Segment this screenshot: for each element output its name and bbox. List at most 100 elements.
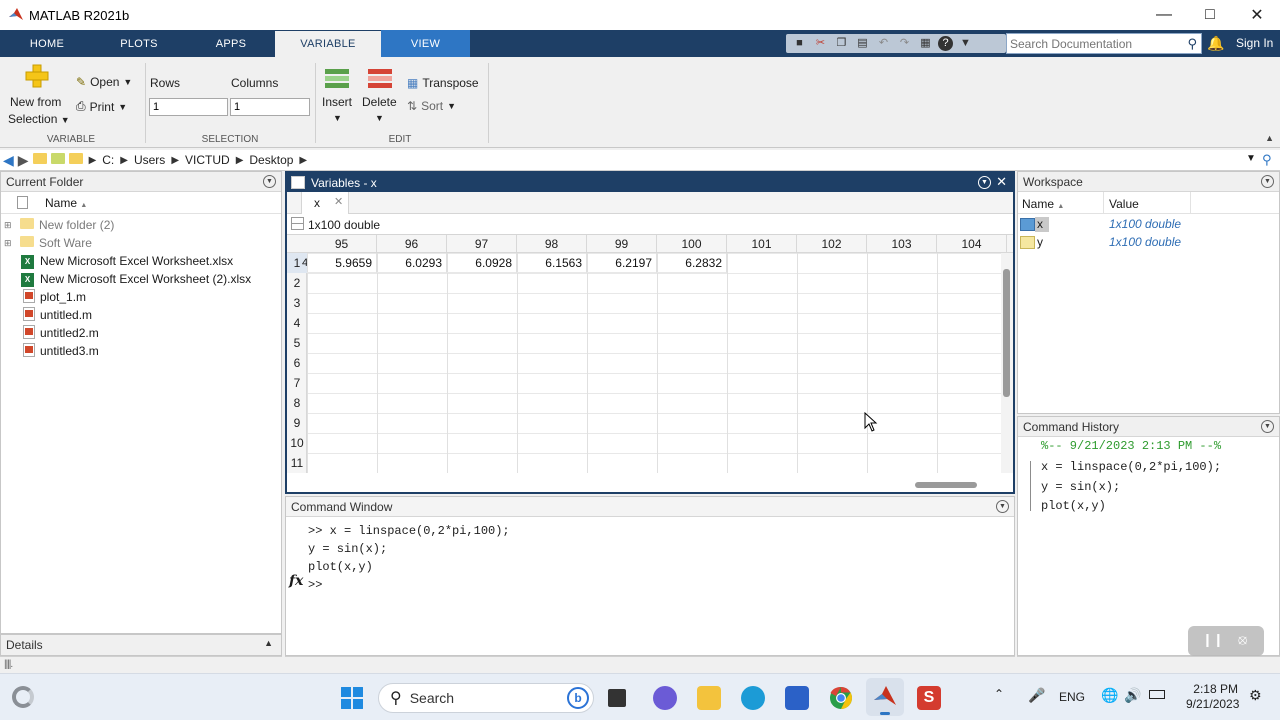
vertical-scrollbar[interactable] <box>1001 253 1013 473</box>
chrome-icon[interactable] <box>829 686 853 710</box>
column-header[interactable]: 100 <box>657 235 727 253</box>
command-window-body[interactable]: >> x = linspace(0,2*pi,100); y = sin(x);… <box>286 517 1014 655</box>
details-header[interactable]: Details ▲ <box>1 635 281 655</box>
tab-plots[interactable]: PLOTS <box>100 30 178 57</box>
name-column-header[interactable]: Name ▲ <box>45 196 87 210</box>
sign-in-link[interactable]: Sign In <box>1236 36 1273 50</box>
history-item[interactable]: x = linspace(0,2*pi,100); <box>1041 458 1221 478</box>
grid-cell[interactable]: 6.1563 <box>517 253 587 273</box>
column-header[interactable]: 104 <box>937 235 1007 253</box>
new-variable-plus-icon[interactable] <box>24 63 50 89</box>
chevron-down-icon[interactable]: ▼ <box>1246 153 1256 164</box>
close-tab-icon[interactable]: ✕ <box>334 195 343 208</box>
list-item[interactable]: untitled2.m <box>23 324 99 342</box>
file-explorer-icon[interactable] <box>697 686 721 710</box>
store-icon[interactable] <box>785 686 809 710</box>
edge-browser-icon[interactable] <box>741 686 765 710</box>
column-header[interactable]: 101 <box>727 235 797 253</box>
list-item[interactable]: X New Microsoft Excel Worksheet.xlsx <box>21 252 233 270</box>
panel-menu-icon[interactable]: ▼ <box>1261 420 1274 433</box>
tab-view[interactable]: VIEW <box>381 30 470 57</box>
back-icon[interactable]: ◀ <box>3 152 14 169</box>
language-indicator[interactable]: ENG <box>1059 690 1085 704</box>
breadcrumb-c[interactable]: C: <box>102 153 114 167</box>
row-header[interactable]: 4 <box>287 313 307 333</box>
switch-windows-icon[interactable]: ▦ <box>917 36 934 51</box>
column-header[interactable]: 99 <box>587 235 657 253</box>
maximize-button[interactable]: □ <box>1187 0 1233 30</box>
print-button[interactable]: ⎙ Print ▼ <box>76 99 127 114</box>
tab-x[interactable]: x ✕ <box>301 192 349 214</box>
search-folder-icon[interactable]: ⚲ <box>1262 152 1272 168</box>
new-from-label[interactable]: New from <box>10 95 61 109</box>
vertical-scroll-thumb[interactable] <box>1003 269 1010 397</box>
delete-rows-icon[interactable] <box>367 67 393 89</box>
row-header[interactable]: 2 <box>287 273 307 293</box>
list-item[interactable]: ⊞ Soft Ware <box>1 234 92 252</box>
column-header[interactable]: 96 <box>377 235 447 253</box>
grid-cell[interactable]: 6.2832 <box>657 253 727 273</box>
insert-rows-icon[interactable] <box>324 67 350 89</box>
delete-label[interactable]: Delete <box>362 95 397 109</box>
value-column-header[interactable]: Value <box>1109 197 1139 211</box>
grid-cell[interactable]: 6.0928 <box>447 253 517 273</box>
column-header[interactable]: 97 <box>447 235 517 253</box>
matlab-taskbar-button[interactable] <box>866 678 904 716</box>
list-item[interactable]: ⊞ New folder (2) <box>1 216 114 234</box>
selection-dropdown[interactable]: Selection ▼ <box>8 112 70 126</box>
row-header[interactable]: 5 <box>287 333 307 353</box>
breadcrumb-desktop[interactable]: Desktop <box>249 153 293 167</box>
expand-up-icon[interactable]: ▲ <box>264 638 273 648</box>
up-folder-icon[interactable] <box>32 153 47 167</box>
function-browser-icon[interactable]: fx <box>289 573 303 589</box>
name-column-header[interactable]: Name ▲ <box>1022 197 1064 211</box>
grid-cell[interactable]: 5.9659 <box>307 253 377 273</box>
grid-cell[interactable]: 6.0293 <box>377 253 447 273</box>
breadcrumb-users[interactable]: Users <box>134 153 165 167</box>
panel-menu-icon[interactable]: ▼ <box>978 176 991 189</box>
close-button[interactable]: ✕ <box>1234 0 1280 30</box>
redo-icon[interactable]: ↷ <box>896 36 913 51</box>
chat-icon[interactable] <box>653 686 677 710</box>
rows-input[interactable] <box>149 98 228 116</box>
tab-home[interactable]: HOME <box>8 30 86 57</box>
list-item[interactable]: X New Microsoft Excel Worksheet (2).xlsx <box>21 270 251 288</box>
expand-icon[interactable]: ⊞ <box>4 238 14 249</box>
network-icon[interactable]: 🌐 <box>1101 687 1118 704</box>
bell-icon[interactable]: 🔔 <box>1207 35 1224 52</box>
panel-menu-icon[interactable]: ▼ <box>996 500 1009 513</box>
breadcrumb-victud[interactable]: VICTUD <box>185 153 230 167</box>
panel-menu-icon[interactable]: ▼ <box>263 175 276 188</box>
table-row[interactable]: x 1x100 double <box>1018 214 1279 234</box>
minimize-button[interactable]: — <box>1141 0 1187 30</box>
stop-recording-icon[interactable]: ⦻ <box>1238 631 1247 648</box>
row-header[interactable]: 10 <box>287 433 307 453</box>
collapse-ribbon-icon[interactable]: ▲ <box>1265 133 1274 143</box>
task-view-icon[interactable] <box>608 689 626 707</box>
column-header[interactable]: 102 <box>797 235 867 253</box>
chevron-down-icon[interactable]: ▼ <box>333 113 342 123</box>
copy-icon[interactable]: ❐ <box>833 36 850 51</box>
chevron-down-icon[interactable]: ▼ <box>957 36 974 51</box>
microphone-icon[interactable]: 🎤 <box>1028 687 1045 704</box>
column-header[interactable]: 98 <box>517 235 587 253</box>
list-item[interactable]: untitled3.m <box>23 342 99 360</box>
windows-start-icon[interactable] <box>340 686 364 710</box>
tab-variable[interactable]: VARIABLE <box>275 31 381 57</box>
volume-icon[interactable]: 🔊 <box>1124 687 1141 704</box>
close-icon[interactable]: ✕ <box>996 174 1007 190</box>
columns-input[interactable] <box>230 98 310 116</box>
bing-icon[interactable]: b <box>567 687 589 709</box>
grid-cell[interactable]: 6.2197 <box>587 253 657 273</box>
sort-button[interactable]: ⇅ Sort ▼ <box>407 99 456 113</box>
list-item[interactable]: untitled.m <box>23 306 92 324</box>
recording-controls[interactable]: ❙❙ ⦻ <box>1188 626 1264 656</box>
horizontal-scrollbar[interactable] <box>287 476 1013 492</box>
column-header[interactable]: 103 <box>867 235 937 253</box>
command-prompt[interactable]: >> <box>308 576 510 594</box>
horizontal-scroll-thumb[interactable] <box>915 482 977 488</box>
open-button[interactable]: ✎ Open ▼ <box>76 75 132 89</box>
undo-icon[interactable]: ↶ <box>875 36 892 51</box>
expand-icon[interactable]: ⊞ <box>4 220 14 231</box>
list-item[interactable]: plot_1.m <box>23 288 86 306</box>
